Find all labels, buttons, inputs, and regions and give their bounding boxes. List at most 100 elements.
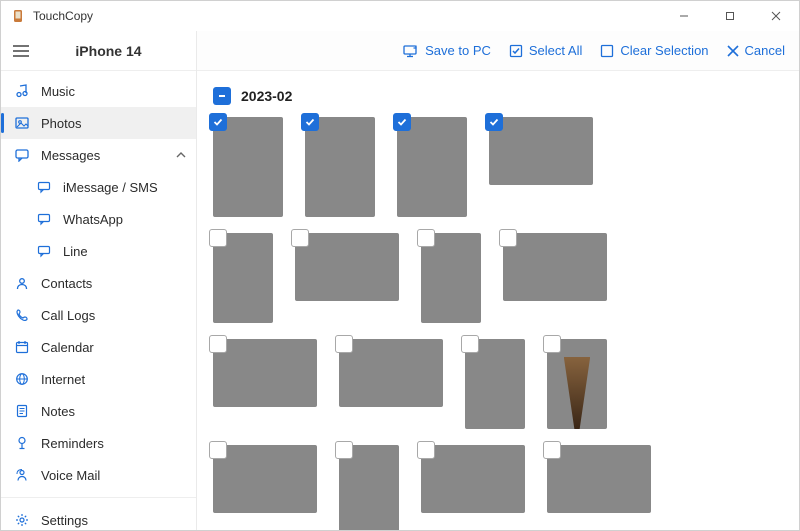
photos-icon <box>15 116 41 130</box>
photo-row <box>213 233 783 323</box>
photo-checkbox[interactable] <box>209 441 227 459</box>
photo-checkbox[interactable] <box>335 441 353 459</box>
toolbar-label: Cancel <box>745 43 785 58</box>
select-all-button[interactable]: Select All <box>509 43 582 58</box>
photo-thumbnail[interactable] <box>547 445 651 530</box>
sidebar-item-label: WhatsApp <box>63 212 123 227</box>
gear-icon <box>15 513 41 527</box>
group-title: 2023-02 <box>241 88 292 104</box>
sidebar-item-label: Settings <box>41 513 88 528</box>
photo-row <box>213 445 783 530</box>
photo-thumbnail[interactable] <box>213 445 317 530</box>
photo-thumbnail[interactable] <box>305 117 375 217</box>
photo-thumbnail[interactable] <box>213 339 317 429</box>
app-logo-icon <box>11 9 25 23</box>
chat-icon <box>37 180 63 194</box>
photo-image <box>421 445 525 513</box>
sidebar-item-contacts[interactable]: Contacts <box>1 267 196 299</box>
reminders-icon <box>15 436 41 450</box>
app-window: TouchCopy iPhone 14 Music <box>0 0 800 531</box>
music-icon <box>15 84 41 98</box>
cancel-button[interactable]: Cancel <box>727 43 785 58</box>
photo-thumbnail[interactable] <box>339 339 443 429</box>
photo-image <box>397 117 467 217</box>
window-close-button[interactable] <box>753 1 799 31</box>
calendar-icon <box>15 340 41 354</box>
photo-thumbnail[interactable] <box>397 117 467 217</box>
sidebar-item-photos[interactable]: Photos <box>1 107 196 139</box>
save-to-pc-button[interactable]: Save to PC <box>403 43 491 58</box>
sidebar-item-reminders[interactable]: Reminders <box>1 427 196 459</box>
photo-checkbox[interactable] <box>209 335 227 353</box>
clear-selection-button[interactable]: Clear Selection <box>600 43 708 58</box>
sidebar-item-line[interactable]: Line <box>1 235 196 267</box>
chevron-up-icon <box>176 148 186 163</box>
photo-checkbox[interactable] <box>543 335 561 353</box>
photo-checkbox[interactable] <box>301 113 319 131</box>
globe-icon <box>15 372 41 386</box>
photo-thumbnail[interactable] <box>547 339 607 429</box>
photo-thumbnail[interactable] <box>421 445 525 530</box>
photo-thumbnail[interactable] <box>421 233 481 323</box>
sidebar-item-label: Line <box>63 244 88 259</box>
photo-thumbnail[interactable] <box>213 117 283 217</box>
nav-separator <box>1 497 196 498</box>
sidebar-item-label: Music <box>41 84 75 99</box>
device-name: iPhone 14 <box>41 43 196 59</box>
sidebar-item-settings[interactable]: Settings <box>1 504 196 530</box>
sidebar-item-whatsapp[interactable]: WhatsApp <box>1 203 196 235</box>
photo-checkbox[interactable] <box>335 335 353 353</box>
clear-selection-icon <box>600 44 614 58</box>
sidebar-item-imessage[interactable]: iMessage / SMS <box>1 171 196 203</box>
photo-checkbox[interactable] <box>417 441 435 459</box>
photo-checkbox[interactable] <box>485 113 503 131</box>
app-title: TouchCopy <box>33 9 93 23</box>
menu-button[interactable] <box>1 45 41 57</box>
photo-image <box>213 117 283 217</box>
photo-thumbnail[interactable] <box>213 233 273 323</box>
chat-icon <box>37 212 63 226</box>
photo-checkbox[interactable] <box>499 229 517 247</box>
sidebar-item-label: Calendar <box>41 340 94 355</box>
nav-list: Music Photos Messages iMessage / SMS <box>1 71 196 530</box>
sidebar-item-voicemail[interactable]: Voice Mail <box>1 459 196 491</box>
toolbar-label: Save to PC <box>425 43 491 58</box>
save-icon <box>403 44 419 58</box>
photo-thumbnail[interactable] <box>465 339 525 429</box>
sidebar-item-notes[interactable]: Notes <box>1 395 196 427</box>
photo-checkbox[interactable] <box>417 229 435 247</box>
photo-checkbox[interactable] <box>543 441 561 459</box>
photo-checkbox[interactable] <box>461 335 479 353</box>
sidebar-item-internet[interactable]: Internet <box>1 363 196 395</box>
window-maximize-button[interactable] <box>707 1 753 31</box>
group-checkbox-indeterminate[interactable] <box>213 87 231 105</box>
photo-checkbox[interactable] <box>209 229 227 247</box>
toolbar: Save to PC Select All Clear Selection Ca… <box>197 31 799 71</box>
close-icon <box>727 45 739 57</box>
sidebar-item-messages[interactable]: Messages <box>1 139 196 171</box>
select-all-icon <box>509 44 523 58</box>
sidebar-item-label: iMessage / SMS <box>63 180 158 195</box>
main-panel: Save to PC Select All Clear Selection Ca… <box>197 31 799 530</box>
sidebar-item-music[interactable]: Music <box>1 75 196 107</box>
photo-image <box>295 233 399 301</box>
voicemail-icon <box>15 468 41 482</box>
sidebar-item-label: Messages <box>41 148 100 163</box>
photo-image <box>339 339 443 407</box>
photo-checkbox[interactable] <box>291 229 309 247</box>
photo-thumbnail[interactable] <box>295 233 399 323</box>
photo-image <box>489 117 593 185</box>
photo-thumbnail[interactable] <box>489 117 593 217</box>
photo-thumbnail[interactable] <box>503 233 607 323</box>
photo-checkbox[interactable] <box>393 113 411 131</box>
sidebar-item-calendar[interactable]: Calendar <box>1 331 196 363</box>
photo-content[interactable]: 2023-02 <box>197 71 799 530</box>
photo-checkbox[interactable] <box>209 113 227 131</box>
photo-thumbnail[interactable] <box>339 445 399 530</box>
contacts-icon <box>15 276 41 290</box>
sidebar-item-label: Call Logs <box>41 308 95 323</box>
group-header[interactable]: 2023-02 <box>213 87 783 105</box>
sidebar-item-call-logs[interactable]: Call Logs <box>1 299 196 331</box>
sidebar-item-label: Internet <box>41 372 85 387</box>
window-minimize-button[interactable] <box>661 1 707 31</box>
